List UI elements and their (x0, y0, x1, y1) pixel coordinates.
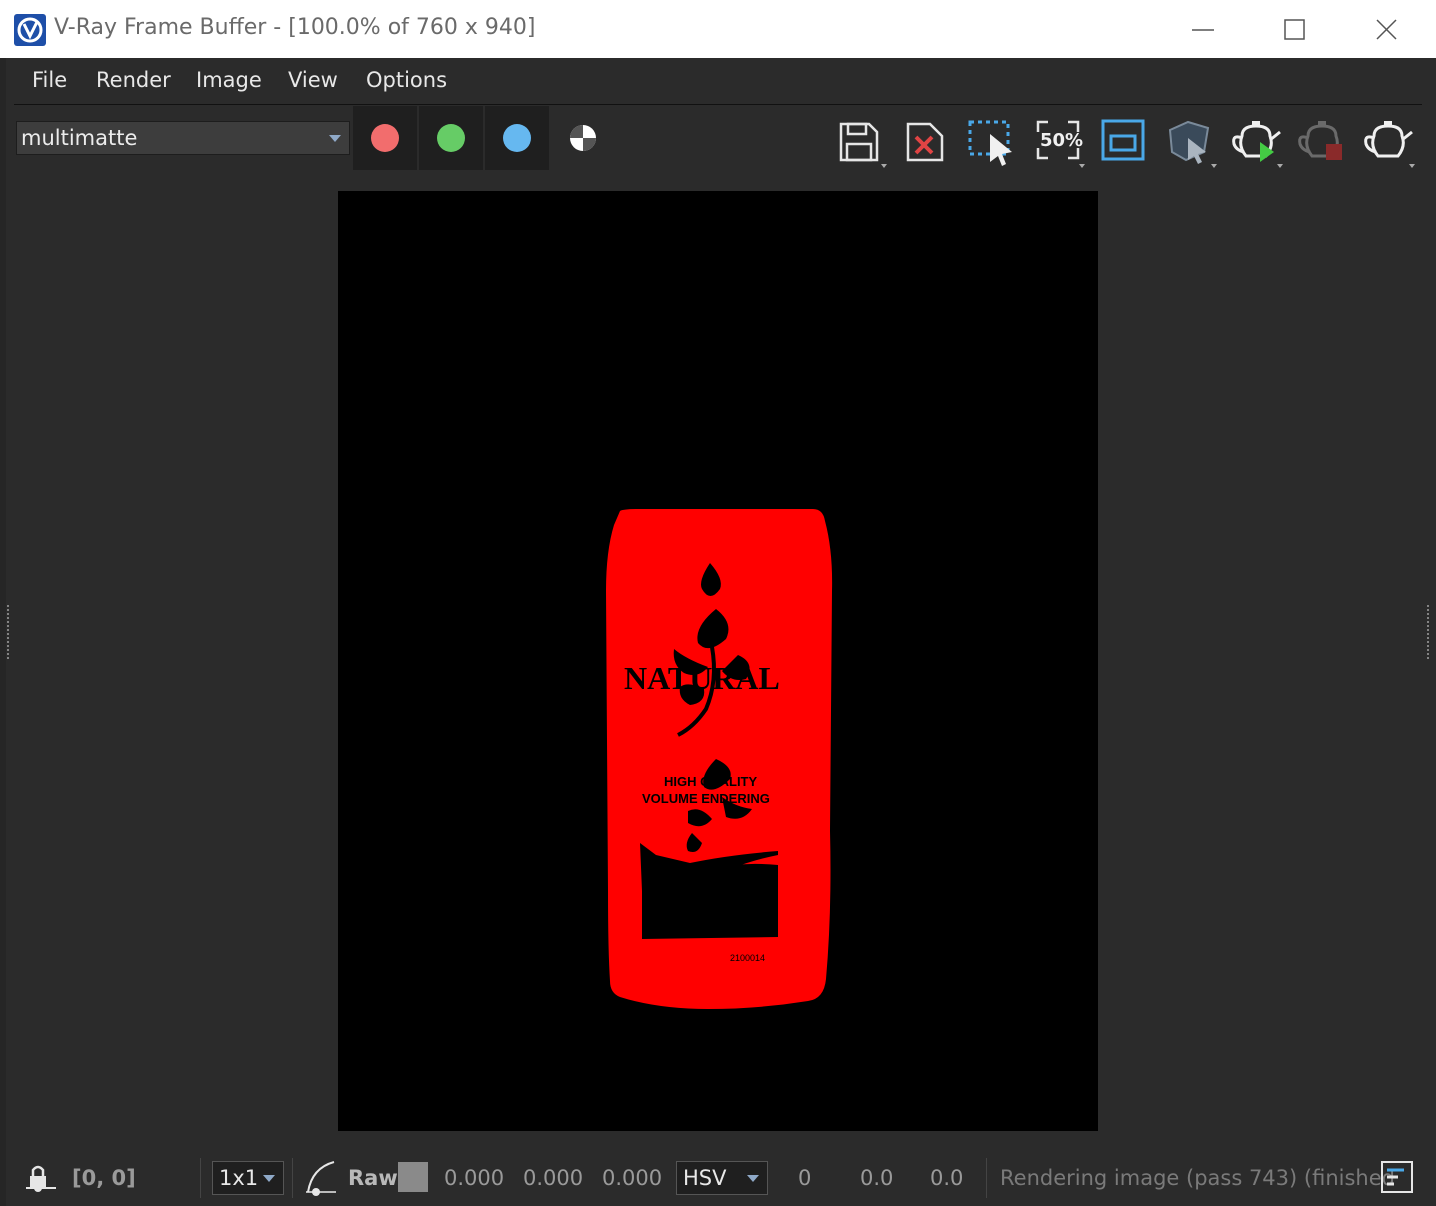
menu-render[interactable]: Render (96, 68, 171, 92)
menu-view[interactable]: View (288, 68, 338, 92)
menu-file[interactable]: File (32, 68, 67, 92)
region-render-icon (968, 120, 1012, 166)
channel-dropdown-value: multimatte (21, 126, 138, 150)
green-dot-icon (437, 124, 465, 152)
separator (292, 1158, 293, 1198)
log-panel-icon[interactable] (1380, 1160, 1414, 1194)
render-frame-button[interactable] (1096, 112, 1152, 168)
stop-render-button[interactable] (1294, 112, 1350, 168)
render-viewport[interactable]: NATURAL HIGH QUALITY VOLUME ENDERING 210… (338, 191, 1098, 1131)
render-button[interactable] (1228, 112, 1284, 168)
zoom-label: 50% (1040, 130, 1083, 151)
toolbar: multimatte 50% (14, 106, 1422, 172)
batch-code: 2100014 (730, 953, 765, 963)
render-frame-icon (1101, 119, 1145, 161)
value-g: 0.000 (523, 1166, 584, 1190)
zoom-50-icon: 50% (1036, 120, 1085, 168)
window-title: V-Ray Frame Buffer - [100.0% of 760 x 94… (54, 15, 536, 40)
title-bar: V-Ray Frame Buffer - [100.0% of 760 x 94… (0, 0, 1436, 58)
blue-channel-button[interactable] (485, 106, 549, 170)
value-s: 0.0 (860, 1166, 894, 1190)
vray-logo-icon (14, 14, 46, 46)
alpha-channel-button[interactable] (551, 106, 615, 170)
sample-size-dropdown[interactable]: 1x1 (212, 1161, 284, 1195)
render-teapot-icon (1232, 121, 1283, 168)
separator (200, 1158, 201, 1198)
value-h: 0 (798, 1166, 812, 1190)
right-resize-grip[interactable] (1426, 604, 1430, 660)
render-last-button[interactable] (1162, 112, 1218, 168)
stop-render-icon (1298, 121, 1342, 160)
red-dot-icon (371, 124, 399, 152)
maximize-button[interactable] (1272, 10, 1316, 50)
sample-size-value: 1x1 (219, 1166, 259, 1190)
save-icon (839, 122, 887, 168)
minimize-button[interactable] (1180, 10, 1224, 50)
curve-icon[interactable] (302, 1158, 338, 1198)
render-last-icon (1168, 120, 1217, 168)
color-space-dropdown[interactable]: HSV (676, 1161, 768, 1195)
region-render-button[interactable] (964, 112, 1020, 168)
close-button[interactable] (1364, 10, 1408, 50)
save-image-button[interactable] (832, 112, 888, 168)
status-bar: [0, 0] 1x1 Raw 0.000 0.000 0.000 HSV 0 0… (0, 1150, 1436, 1206)
value-b: 0.000 (602, 1166, 663, 1190)
clear-image-icon (906, 122, 944, 162)
chevron-down-icon (263, 1175, 275, 1182)
display-mode[interactable]: Raw (348, 1166, 398, 1190)
render-teapot-settings-icon (1364, 121, 1415, 168)
render-settings-button[interactable] (1360, 112, 1416, 168)
left-resize-grip[interactable] (6, 604, 10, 660)
status-message: Rendering image (pass 743) (finished (1000, 1166, 1395, 1190)
red-channel-button[interactable] (353, 106, 417, 170)
color-swatch (398, 1162, 428, 1192)
label-line2: VOLUME ENDERING (642, 791, 770, 806)
menu-image[interactable]: Image (196, 68, 262, 92)
alpha-icon (570, 125, 596, 151)
color-space-value: HSV (683, 1166, 727, 1190)
clear-image-button[interactable] (898, 112, 954, 168)
lock-coords-icon[interactable] (22, 1160, 58, 1196)
rendered-image: NATURAL HIGH QUALITY VOLUME ENDERING 210… (606, 509, 833, 1009)
menu-options[interactable]: Options (366, 68, 447, 92)
blue-dot-icon (503, 124, 531, 152)
separator (986, 1158, 987, 1198)
chevron-down-icon (329, 135, 341, 142)
pixel-coords: [0, 0] (72, 1166, 136, 1190)
value-v: 0.0 (930, 1166, 964, 1190)
green-channel-button[interactable] (419, 106, 483, 170)
menu-bar: File Render Image View Options (14, 58, 1422, 105)
chevron-down-icon (747, 1175, 759, 1182)
zoom-50-button[interactable]: 50% (1030, 112, 1086, 168)
brand-text: NATURAL (624, 660, 780, 696)
value-r: 0.000 (444, 1166, 505, 1190)
channel-dropdown[interactable]: multimatte (16, 121, 350, 155)
